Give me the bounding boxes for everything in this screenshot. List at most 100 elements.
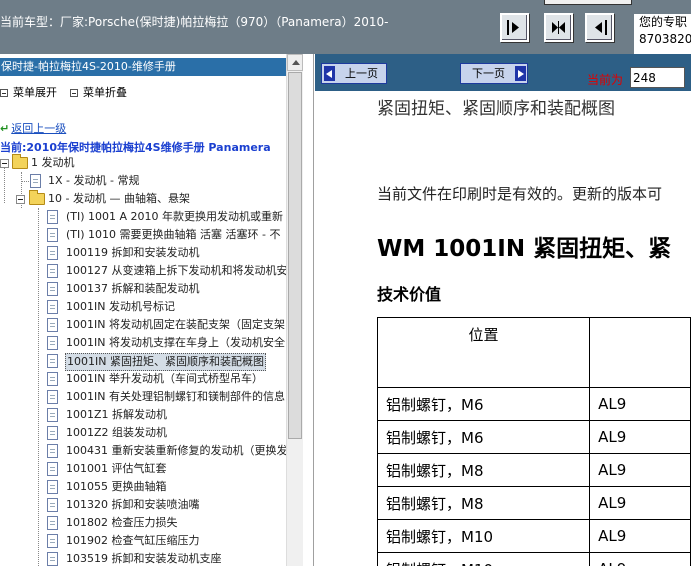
tree-doc-item[interactable]: 101055 更换曲轴箱: [0, 478, 286, 496]
document-icon: [47, 498, 58, 512]
collapse-all-label: 菜单折叠: [83, 86, 127, 99]
top-banner: 当前车型：厂家:Porsche(保时捷)帕拉梅拉（970）（Panamera）2…: [0, 0, 691, 54]
document-icon: [47, 516, 58, 530]
table-cell: 铝制螺钉，M6: [376, 387, 591, 421]
arrow-left-icon: [324, 66, 335, 81]
tree-node-label: (TI) 1001 A 2010 年款更换用发动机或重新: [66, 210, 284, 223]
table-cell: AL9: [589, 519, 691, 553]
document-icon: [47, 210, 58, 224]
table-row: 铝制螺钉，M10AL9: [376, 552, 691, 566]
play-right-icon: [507, 20, 519, 35]
tree-doc-item[interactable]: 101320 拆卸和安装喷油嘴: [0, 496, 286, 514]
back-up-link[interactable]: ↵ 返回上一级: [0, 120, 66, 136]
tree-doc-item[interactable]: 101802 检查压力损失: [0, 514, 286, 532]
tree-doc-item[interactable]: 1001Z2 组装发动机: [0, 424, 286, 442]
tree-node-engine[interactable]: 1 发动机: [0, 154, 286, 172]
tree-doc-item[interactable]: (TI) 1001 A 2010 年款更换用发动机或重新: [0, 208, 286, 226]
tree-doc-item-selected[interactable]: 1001IN 紧固扭矩、紧固顺序和装配概图: [0, 352, 286, 371]
document-validity-notice: 当前文件在印刷时是有效的。更新的版本可: [377, 185, 663, 203]
tree-node-label: 1001IN 紧固扭矩、紧固顺序和装配概图: [65, 353, 266, 371]
document-icon: [47, 228, 58, 242]
folder-open-icon: [12, 154, 28, 169]
tree-doc-item[interactable]: 101001 评估气缸套: [0, 460, 286, 478]
next-page-button[interactable]: 下一页: [460, 63, 528, 84]
document-icon: [47, 318, 58, 332]
tree-node-label: 1X - 发动机 - 常规: [48, 174, 140, 187]
scrollbar-thumb[interactable]: [288, 72, 302, 439]
user-line2: 87038205: [639, 32, 691, 46]
tree-doc-item[interactable]: (TI) 1010 需要更换曲轴箱 活塞 活塞环 - 不: [0, 226, 286, 244]
tree-doc-item[interactable]: 100137 拆解和装配发动机: [0, 280, 286, 298]
current-page-input[interactable]: [630, 67, 685, 88]
top-strip: [544, 0, 632, 5]
document-icon: [47, 264, 58, 278]
document-icon: [47, 444, 58, 458]
document-icon: [47, 372, 58, 386]
tree-doc-item[interactable]: 100119 拆卸和安装发动机: [0, 244, 286, 262]
tree-doc-item[interactable]: 1001IN 举升发动机（车间式桥型吊车）: [0, 370, 286, 388]
tree-node-label: 101055 更换曲轴箱: [66, 480, 167, 493]
tree-doc-item[interactable]: 1001IN 发动机号标记: [0, 298, 286, 316]
tree-doc-item[interactable]: 1001IN 将发动机固定在装配支架（固定支架: [0, 316, 286, 334]
table-cell: AL9: [589, 552, 691, 566]
document-subtitle: 技术价值: [377, 285, 442, 304]
tree-node-label: 1001IN 将发动机固定在装配支架（固定支架: [66, 318, 285, 331]
document-icon: [47, 300, 58, 314]
expand-all-button[interactable]: 菜单展开: [0, 84, 57, 100]
left-scrollbar[interactable]: [286, 54, 303, 566]
collapse-node-icon[interactable]: [0, 159, 9, 168]
table-row: 铝制螺钉，M8 AL9: [376, 453, 691, 487]
tree-node-label: 101001 评估气缸套: [66, 462, 167, 475]
tree-node-label: 1001Z2 组装发动机: [66, 426, 168, 439]
tree-operations: 菜单展开 菜单折叠: [0, 84, 286, 100]
prev-page-icon-button[interactable]: [585, 13, 614, 42]
collapse-all-button[interactable]: 菜单折叠: [70, 84, 127, 100]
folder-open-icon: [29, 190, 45, 205]
user-info: 您的专职 87038205: [634, 14, 691, 54]
tree-node-label: 101802 检查压力损失: [66, 516, 178, 529]
manual-title: 保时捷-帕拉梅拉4S-2010-维修手册: [0, 58, 286, 76]
tree-node-label: 101320 拆卸和安装喷油嘴: [66, 498, 200, 511]
table-row: 铝制螺钉，M10AL9: [376, 519, 691, 553]
column-header-value: [589, 317, 691, 388]
torque-spec-table: 位置 铝制螺钉，M6 AL9 铝制螺钉，M6 AL9 铝制螺钉，M8 AL9 铝制螺钉…: [376, 317, 691, 566]
manual-tree: 1 发动机 1X - 发动机 - 常规 10 - 发动机 — 曲轴箱、悬架 (T…: [0, 154, 286, 566]
current-location: 当前:2010年保时捷帕拉梅拉4S维修手册 Panamera: [0, 141, 271, 154]
tree-doc-item[interactable]: 1001IN 有关处理铝制螺钉和镁制部件的信息: [0, 388, 286, 406]
previous-page-label: 上一页: [345, 67, 378, 80]
tree-node-label: 1 发动机: [31, 156, 75, 169]
table-cell: 铝制螺钉，M10: [376, 519, 591, 553]
document-viewer: 紧固扭矩、紧固顺序和装配概图 当前文件在印刷时是有效的。更新的版本可 WM 10…: [315, 91, 691, 566]
back-link-label: 返回上一级: [11, 122, 67, 135]
document-icon: [47, 408, 58, 422]
table-cell: AL9: [589, 420, 691, 454]
document-icon: [47, 534, 58, 548]
tree-node-label: 100127 从变速箱上拆下发动机和将发动机安: [66, 264, 286, 277]
fit-width-icon-button[interactable]: [544, 13, 573, 42]
current-page-label: 当前为: [587, 73, 624, 87]
tree-doc-item[interactable]: 103519 拆卸和安装发动机支座: [0, 550, 286, 566]
tree-doc-item[interactable]: 1001Z1 拆解发动机: [0, 406, 286, 424]
collapse-node-icon[interactable]: [16, 195, 25, 204]
table-cell: AL9: [589, 453, 691, 487]
tree-doc-item[interactable]: 100431 重新安装重新修复的发动机（更换发: [0, 442, 286, 460]
next-page-icon-button[interactable]: [500, 13, 529, 42]
tree-doc-item[interactable]: 100127 从变速箱上拆下发动机和将发动机安: [0, 262, 286, 280]
table-row: 铝制螺钉，M8 AL9: [376, 486, 691, 520]
collapse-icon: [70, 89, 78, 97]
tree-doc-item[interactable]: 101902 检查气缸压缩压力: [0, 532, 286, 550]
table-row: 铝制螺钉，M6 AL9: [376, 420, 691, 454]
play-left-icon: [595, 20, 607, 35]
document-icon: [47, 462, 58, 476]
tree-node-crankcase[interactable]: 10 - 发动机 — 曲轴箱、悬架: [0, 190, 286, 208]
scroll-up-arrow-icon[interactable]: [287, 54, 303, 71]
tree-node-engine-general[interactable]: 1X - 发动机 - 常规: [0, 172, 286, 190]
tree-node-label: 103519 拆卸和安装发动机支座: [66, 552, 222, 565]
table-cell: 铝制螺钉，M8: [376, 486, 591, 520]
arrow-right-icon: [515, 66, 526, 81]
tree-doc-item[interactable]: 1001IN 将发动机支撑在车身上（发动机安全: [0, 334, 286, 352]
document-icon: [47, 336, 58, 350]
back-arrow-icon: ↵: [0, 122, 10, 135]
fit-width-icon: [552, 21, 565, 34]
previous-page-button[interactable]: 上一页: [321, 63, 387, 84]
